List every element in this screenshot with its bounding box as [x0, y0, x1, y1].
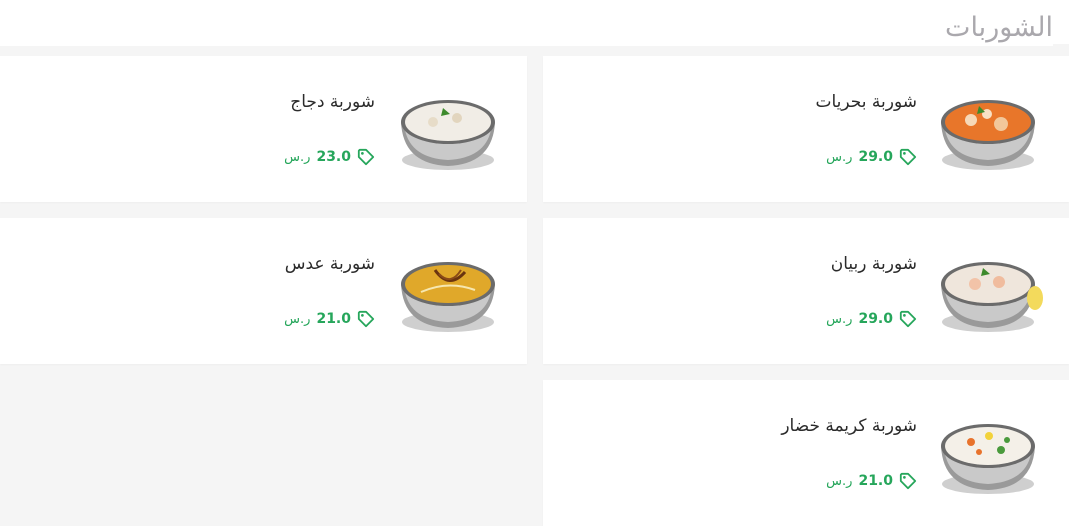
price-tag-icon — [899, 310, 917, 328]
item-currency: ر.س — [826, 149, 853, 165]
price-tag-icon — [357, 310, 375, 328]
soup-bowl-image — [401, 262, 495, 332]
price-tag-icon — [899, 472, 917, 490]
item-currency: ر.س — [284, 311, 311, 327]
menu-item-card[interactable]: شوربة بحريات 29.0 ر.س — [543, 56, 1069, 202]
item-name: شوربة بحريات — [815, 92, 918, 112]
price-tag-icon — [357, 148, 375, 166]
price-row: 23.0 ر.س — [284, 148, 375, 166]
item-name: شوربة كريمة خضار — [781, 416, 917, 436]
item-price: 21.0 — [858, 473, 893, 489]
price-row: 29.0 ر.س — [826, 310, 917, 328]
item-price: 21.0 — [316, 311, 351, 327]
item-name: شوربة عدس — [284, 254, 375, 274]
menu-item-card[interactable]: شوربة عدس 21.0 ر.س — [0, 218, 527, 364]
soup-bowl-image — [941, 424, 1035, 494]
item-name: شوربة ربيان — [830, 254, 917, 274]
price-row: 21.0 ر.س — [826, 472, 917, 490]
price-row: 21.0 ر.س — [284, 310, 375, 328]
item-currency: ر.س — [826, 473, 853, 489]
section-title: الشوربات — [0, 12, 1053, 46]
item-price: 23.0 — [316, 149, 351, 165]
soup-bowl-image — [401, 100, 495, 170]
price-tag-icon — [899, 148, 917, 166]
menu-item-card[interactable]: شوربة ربيان 29.0 ر.س — [543, 218, 1069, 364]
item-currency: ر.س — [284, 149, 311, 165]
menu-page: الشوربات شوربة بحريات 29.0 ر.س شوربة دجا… — [0, 0, 1069, 526]
item-name: شوربة دجاج — [290, 92, 375, 112]
soup-bowl-image — [941, 100, 1035, 170]
price-row: 29.0 ر.س — [826, 148, 917, 166]
menu-item-card[interactable]: شوربة كريمة خضار 21.0 ر.س — [543, 380, 1069, 526]
item-price: 29.0 — [858, 149, 893, 165]
menu-item-card[interactable]: شوربة دجاج 23.0 ر.س — [0, 56, 527, 202]
item-currency: ر.س — [826, 311, 853, 327]
soup-bowl-image — [941, 262, 1043, 332]
item-price: 29.0 — [858, 311, 893, 327]
